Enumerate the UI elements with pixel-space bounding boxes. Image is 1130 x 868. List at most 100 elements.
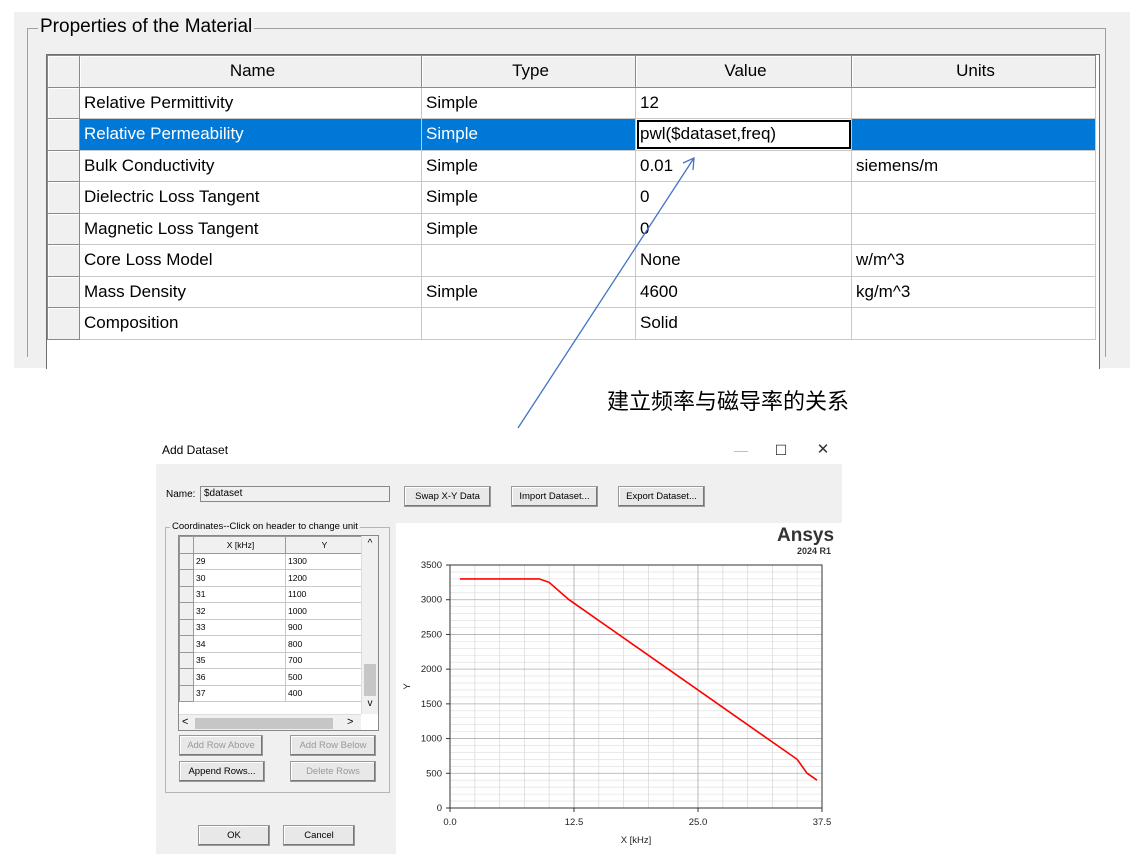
- property-units[interactable]: [851, 307, 1096, 340]
- corner-cell[interactable]: [179, 536, 194, 554]
- property-units[interactable]: siemens/m: [851, 149, 1096, 182]
- export-dataset-button[interactable]: Export Dataset...: [618, 486, 705, 507]
- row-header[interactable]: [47, 149, 80, 182]
- property-value[interactable]: 12: [635, 86, 852, 119]
- table-row-selected[interactable]: Relative Permeability Simple pwl($datase…: [47, 118, 1096, 151]
- delete-rows-button[interactable]: Delete Rows: [290, 761, 376, 782]
- row-header[interactable]: [179, 635, 194, 653]
- column-header-type[interactable]: Type: [421, 55, 636, 88]
- property-type[interactable]: [421, 307, 636, 340]
- cell-x[interactable]: 36: [193, 668, 286, 686]
- scroll-down-icon[interactable]: v: [362, 698, 378, 709]
- cell-y[interactable]: 400: [285, 684, 362, 702]
- table-row[interactable]: 35 700: [179, 651, 362, 669]
- vertical-scrollbar[interactable]: ^ v: [361, 536, 378, 714]
- cell-y[interactable]: 900: [285, 618, 362, 636]
- vertical-scroll-thumb[interactable]: [364, 664, 376, 696]
- row-header[interactable]: [47, 86, 80, 119]
- maximize-icon[interactable]: ☐: [766, 440, 796, 460]
- column-header-y[interactable]: Y: [285, 536, 362, 554]
- minimize-icon[interactable]: —: [726, 440, 756, 460]
- property-name[interactable]: Dielectric Loss Tangent: [79, 181, 422, 214]
- cell-y[interactable]: 800: [285, 635, 362, 653]
- scroll-left-icon[interactable]: <: [182, 716, 188, 728]
- column-header-units[interactable]: Units: [851, 55, 1096, 88]
- table-row[interactable]: 36 500: [179, 668, 362, 686]
- property-units[interactable]: [851, 212, 1096, 245]
- property-units[interactable]: [851, 86, 1096, 119]
- column-header-x[interactable]: X [kHz]: [193, 536, 286, 554]
- property-name[interactable]: Relative Permittivity: [79, 86, 422, 119]
- property-name[interactable]: Bulk Conductivity: [79, 149, 422, 182]
- append-rows-button[interactable]: Append Rows...: [179, 761, 265, 782]
- table-row[interactable]: 29 1300: [179, 552, 362, 570]
- property-type[interactable]: Simple: [421, 275, 636, 308]
- cell-y[interactable]: 500: [285, 668, 362, 686]
- property-value[interactable]: 0: [635, 181, 852, 214]
- property-units[interactable]: [851, 118, 1096, 151]
- property-value[interactable]: 4600: [635, 275, 852, 308]
- cell-y[interactable]: 1100: [285, 585, 362, 603]
- row-header[interactable]: [47, 181, 80, 214]
- table-row[interactable]: 33 900: [179, 618, 362, 636]
- import-dataset-button[interactable]: Import Dataset...: [511, 486, 598, 507]
- row-header[interactable]: [47, 118, 80, 151]
- table-row[interactable]: 32 1000: [179, 602, 362, 620]
- table-row[interactable]: Magnetic Loss Tangent Simple 0: [47, 212, 1096, 245]
- column-header-name[interactable]: Name: [79, 55, 422, 88]
- row-header[interactable]: [179, 585, 194, 603]
- row-header[interactable]: [179, 602, 194, 620]
- dialog-titlebar[interactable]: Add Dataset — ☐ ✕: [156, 436, 842, 464]
- column-header-value[interactable]: Value: [635, 55, 852, 88]
- table-row[interactable]: 31 1100: [179, 585, 362, 603]
- row-header[interactable]: [179, 618, 194, 636]
- add-row-above-button[interactable]: Add Row Above: [179, 735, 263, 756]
- dataset-name-input[interactable]: [200, 486, 390, 502]
- row-header[interactable]: [179, 569, 194, 587]
- table-row[interactable]: 37 400: [179, 684, 362, 702]
- table-row[interactable]: Relative Permittivity Simple 12: [47, 86, 1096, 119]
- dataset-grid[interactable]: X [kHz] Y 29 1300 30 1200 31 1100 32 1000 33…: [178, 535, 379, 731]
- table-row[interactable]: Core Loss Model None w/m^3: [47, 244, 1096, 277]
- horizontal-scrollbar[interactable]: < >: [179, 714, 361, 730]
- property-name[interactable]: Mass Density: [79, 275, 422, 308]
- property-value[interactable]: 0.01: [635, 149, 852, 182]
- property-value-editor[interactable]: pwl($dataset,freq): [635, 118, 852, 151]
- row-header[interactable]: [47, 275, 80, 308]
- corner-cell[interactable]: [47, 55, 80, 88]
- property-type[interactable]: Simple: [421, 181, 636, 214]
- cell-y[interactable]: 1300: [285, 552, 362, 570]
- table-row[interactable]: Composition Solid: [47, 307, 1096, 340]
- cell-x[interactable]: 30: [193, 569, 286, 587]
- property-units[interactable]: w/m^3: [851, 244, 1096, 277]
- scroll-right-icon[interactable]: >: [347, 716, 353, 728]
- row-header[interactable]: [47, 244, 80, 277]
- ok-button[interactable]: OK: [198, 825, 270, 846]
- cell-x[interactable]: 35: [193, 651, 286, 669]
- cell-x[interactable]: 32: [193, 602, 286, 620]
- row-header[interactable]: [47, 212, 80, 245]
- property-name[interactable]: Core Loss Model: [79, 244, 422, 277]
- scroll-up-icon[interactable]: ^: [362, 538, 378, 549]
- table-row[interactable]: Dielectric Loss Tangent Simple 0: [47, 181, 1096, 214]
- property-name[interactable]: Relative Permeability: [79, 118, 422, 151]
- cell-y[interactable]: 1000: [285, 602, 362, 620]
- table-row[interactable]: Mass Density Simple 4600 kg/m^3: [47, 275, 1096, 308]
- properties-grid[interactable]: Name Type Value Units Relative Permittiv…: [46, 54, 1100, 369]
- row-header[interactable]: [179, 684, 194, 702]
- property-units[interactable]: [851, 181, 1096, 214]
- property-name[interactable]: Composition: [79, 307, 422, 340]
- table-row[interactable]: Bulk Conductivity Simple 0.01 siemens/m: [47, 149, 1096, 182]
- cancel-button[interactable]: Cancel: [283, 825, 355, 846]
- property-type[interactable]: Simple: [421, 149, 636, 182]
- property-value[interactable]: 0: [635, 212, 852, 245]
- cell-x[interactable]: 37: [193, 684, 286, 702]
- cell-x[interactable]: 31: [193, 585, 286, 603]
- property-value[interactable]: None: [635, 244, 852, 277]
- row-header[interactable]: [179, 552, 194, 570]
- property-name[interactable]: Magnetic Loss Tangent: [79, 212, 422, 245]
- cell-y[interactable]: 1200: [285, 569, 362, 587]
- row-header[interactable]: [179, 651, 194, 669]
- close-icon[interactable]: ✕: [808, 440, 838, 460]
- dataset-plot[interactable]: 0 500 1000 1500 2000 2500 3000 3500 0.0 12.5 25.0 3…: [396, 523, 842, 854]
